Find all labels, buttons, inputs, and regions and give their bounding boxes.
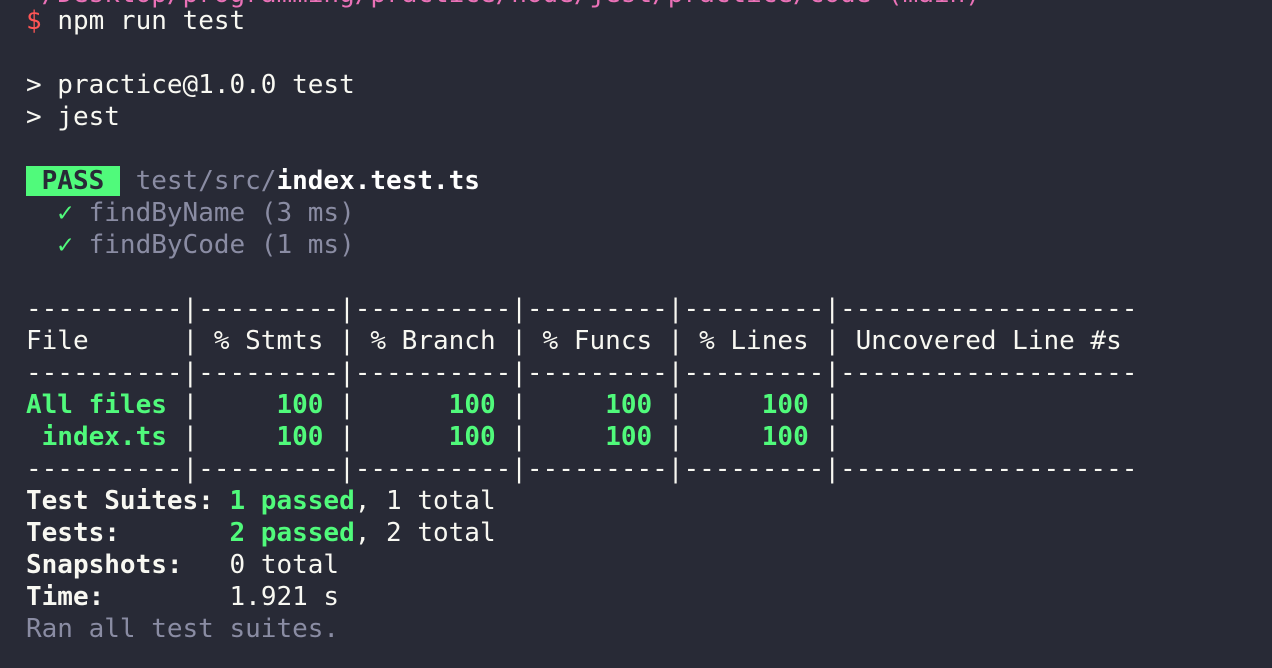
npm-script-header: > practice@1.0.0 test: [26, 70, 355, 100]
test-case-row: ✓ findByName (3 ms): [26, 197, 1272, 229]
test-case-row: ✓ findByCode (1 ms): [26, 229, 1272, 261]
coverage-lines: 100: [761, 390, 809, 420]
summary-total: , 1 total: [354, 486, 496, 516]
coverage-file-cell: index.ts: [26, 422, 183, 452]
coverage-row: index.ts | 100 | 100 | 100 | 100 |: [26, 422, 841, 452]
pass-badge: PASS: [26, 166, 120, 196]
previous-prompt-path: ~/Desktop/programming/practice/node/jest…: [26, 0, 981, 10]
summary-label: Tests:: [26, 518, 120, 548]
command-text: npm run test: [57, 6, 246, 36]
coverage-branch: 100: [448, 422, 496, 452]
coverage-header-row: File | % Stmts | % Branch | % Funcs | % …: [26, 326, 1138, 356]
coverage-funcs: 100: [605, 422, 653, 452]
summary-passed: 1 passed: [229, 486, 355, 516]
coverage-separator: ----------|---------|----------|--------…: [26, 358, 1138, 388]
summary-value: 1.921 s: [229, 582, 340, 612]
test-file-name: index.test.ts: [276, 166, 480, 196]
summary-total: , 2 total: [354, 518, 496, 548]
coverage-branch: 100: [448, 390, 496, 420]
test-file-dir: test/src/: [135, 166, 277, 196]
check-icon: ✓: [57, 198, 73, 228]
summary-passed: 2 passed: [229, 518, 355, 548]
check-icon: ✓: [57, 230, 73, 260]
summary-snapshots: Snapshots: 0 total: [26, 549, 1272, 581]
summary-value: 0 total: [229, 550, 340, 580]
coverage-stmts: 100: [276, 390, 324, 420]
summary-suites: Test Suites: 1 passed, 1 total: [26, 485, 1272, 517]
summary-tests: Tests: 2 passed, 2 total: [26, 517, 1272, 549]
test-case-label: findByName (3 ms): [88, 198, 355, 228]
terminal-window[interactable]: ~/Desktop/programming/practice/node/jest…: [0, 0, 1272, 668]
coverage-file-cell: All files: [26, 390, 183, 420]
prompt-symbol: $: [26, 6, 42, 36]
summary-time: Time: 1.921 s: [26, 581, 1272, 613]
test-file-result: PASS test/src/index.test.ts: [26, 165, 1272, 197]
coverage-lines: 100: [761, 422, 809, 452]
summary-label: Time:: [26, 582, 105, 612]
summary-label: Test Suites:: [26, 486, 214, 516]
summary-footer: Ran all test suites.: [26, 614, 340, 644]
coverage-stmts: 100: [276, 422, 324, 452]
test-case-label: findByCode (1 ms): [88, 230, 355, 260]
coverage-separator: ----------|---------|----------|--------…: [26, 294, 1138, 324]
coverage-separator: ----------|---------|----------|--------…: [26, 454, 1138, 484]
coverage-funcs: 100: [605, 390, 653, 420]
npm-script-command: > jest: [26, 102, 120, 132]
summary-label: Snapshots:: [26, 550, 183, 580]
coverage-row: All files | 100 | 100 | 100 | 100 |: [26, 390, 841, 420]
